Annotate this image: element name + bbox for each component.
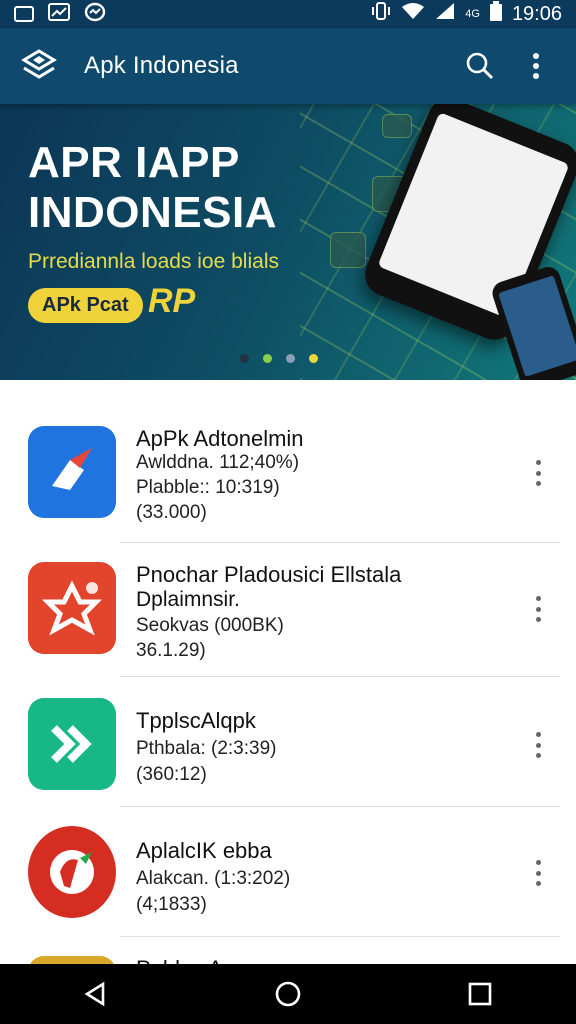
carousel-dot[interactable] [240,354,249,363]
app-name: Pnochar Pladousici Ellstala [136,562,402,587]
divider [120,806,560,807]
app-detail: (360:12) [136,764,207,785]
floating-app-tile [330,232,366,268]
app-detail: (33.000) [136,502,207,523]
back-button[interactable] [66,964,126,1024]
carousel-dot[interactable] [309,354,318,363]
app-bar: Apk Indonesia [0,28,576,104]
recents-icon [468,982,492,1006]
signal-icon [435,2,455,26]
more-vert-icon[interactable] [526,456,550,490]
home-icon [275,981,301,1007]
divider [120,936,560,937]
more-vert-icon[interactable] [526,592,550,626]
promo-banner[interactable]: APR IAPP INDONESIA Prrediannla loads ioe… [0,104,576,380]
status-bar: 4G 19:06 [0,0,576,28]
divider [120,542,560,543]
app-logo-icon[interactable] [20,47,58,85]
red-star-app-icon[interactable] [28,562,116,654]
red-circle-app-icon[interactable] [28,826,116,918]
more-vert-icon[interactable] [526,728,550,762]
more-vert-icon[interactable] [526,856,550,890]
divider [120,676,560,677]
green-arrow-app-icon[interactable] [28,698,116,790]
app-detail: 36.1.29) [136,640,206,661]
banner-cta-button[interactable]: APk Pcat [28,288,143,323]
app-name: AplalcIK ebba [136,838,272,863]
app-detail: (4;1833) [136,894,207,915]
app-detail: Plabble:: 10:319) [136,477,280,498]
network-type-label: 4G [465,8,480,20]
blue-arrow-app-icon[interactable] [28,426,116,518]
more-vert-icon [533,53,539,79]
app-name: TpplscAlqpk [136,708,256,733]
chart-icon [48,2,70,26]
app-detail: Dplaimnsir. [136,588,240,611]
back-icon [84,981,105,1007]
app-detail: Alakcan. (1:3:202) [136,868,291,889]
home-button[interactable] [258,964,318,1024]
banner-title: APR IAPP INDONESIA [28,138,277,237]
clock: 19:06 [511,2,562,25]
search-button[interactable] [460,46,500,86]
yellow-app-icon[interactable] [28,956,116,964]
carousel-dot-active[interactable] [263,354,272,363]
recents-button[interactable] [450,964,510,1024]
banner-badge: RP [148,282,196,320]
app-name: Pnblas Apnu [136,956,260,964]
image-icon [14,6,34,22]
more-options-button[interactable] [516,46,556,86]
messenger-icon [84,2,106,27]
system-nav-bar [0,964,576,1024]
wifi-icon [401,2,425,26]
app-detail: Pthbala: (2:3:39) [136,738,277,759]
app-detail: Seokvas (000BK) [136,615,284,636]
banner-subtitle: Prrediannla loads ioe blials [28,250,279,273]
carousel-indicator[interactable] [240,354,318,363]
app-title: Apk Indonesia [84,52,239,79]
app-name: ApPk Adtonelmin [136,426,304,451]
search-icon [466,52,494,80]
app-list: ApPk Adtonelmin Awlddna. 112;40%) Plabbl… [0,380,576,964]
vibrate-icon [371,1,391,27]
battery-icon [489,1,502,27]
carousel-dot[interactable] [286,354,295,363]
floating-app-tile [382,114,412,138]
app-detail: Awlddna. 112;40%) [136,452,300,473]
